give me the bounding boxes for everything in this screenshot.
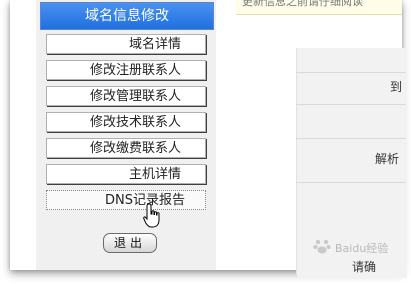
menu-item-edit-tech-contact[interactable]: 修改技术联系人 <box>46 112 206 132</box>
paw-logo-icon <box>313 239 331 254</box>
menu-item-edit-admin-contact[interactable]: 修改管理联系人 <box>46 86 206 106</box>
content-fragment: 解析 <box>375 152 400 166</box>
menu-item-domain-details[interactable]: 域名详情 <box>46 34 206 54</box>
exit-button[interactable]: 退出 <box>103 233 157 253</box>
row-divider <box>296 104 406 105</box>
top-note-text: 更新信息之前请仔细阅读 <box>242 0 363 8</box>
hand-cursor-icon <box>143 203 160 228</box>
menu-item-dns-records-report[interactable]: DNS记录报告 <box>46 190 206 210</box>
menu-item-edit-billing-contact[interactable]: 修改缴费联系人 <box>46 138 206 158</box>
sidebar-title: 域名信息修改 <box>40 2 214 30</box>
content-fragment: 到 <box>390 80 403 94</box>
content-fragment: 请确 <box>352 260 377 274</box>
menu-item-edit-registrant[interactable]: 修改注册联系人 <box>46 60 206 80</box>
row-divider <box>296 72 406 73</box>
row-divider <box>296 138 406 139</box>
menu-item-host-details[interactable]: 主机详情 <box>46 164 206 184</box>
row-divider <box>296 182 406 183</box>
watermark-text: Baidu经验 <box>335 242 389 255</box>
